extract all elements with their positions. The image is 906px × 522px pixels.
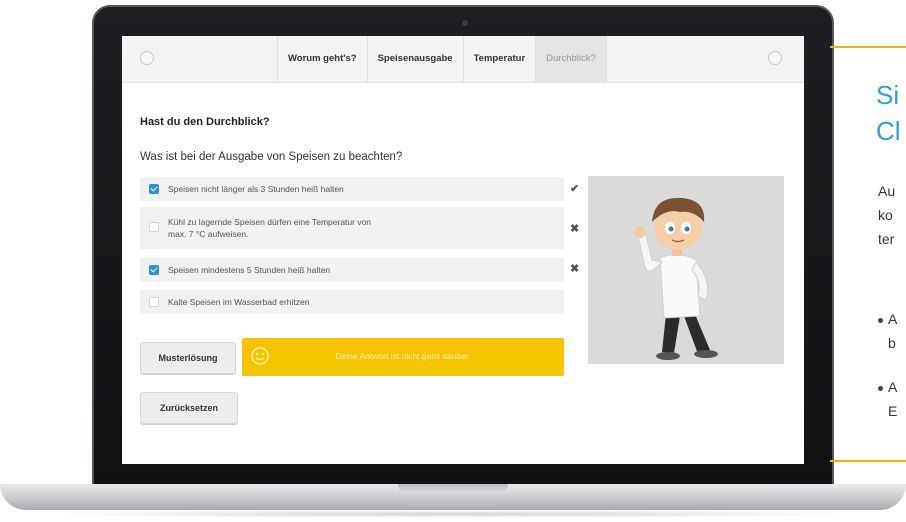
tab-worum-gehts[interactable]: Worum geht's? bbox=[277, 36, 367, 82]
side-title-line1: Si bbox=[876, 80, 900, 110]
divider-bottom bbox=[830, 460, 906, 462]
laptop-screen: Worum geht's? Speisenausgabe Temperatur … bbox=[122, 36, 804, 464]
laptop-notch bbox=[398, 484, 508, 492]
answer-text-line1: Kühl zu lagernde Speisen dürfen eine Tem… bbox=[168, 217, 372, 227]
answer-option[interactable]: Kühl zu lagernde Speisen dürfen eine Tem… bbox=[140, 207, 564, 249]
checkbox-unchecked-icon[interactable] bbox=[149, 222, 159, 232]
character-illustration bbox=[588, 176, 784, 364]
answer-option[interactable]: Speisen mindestens 5 Stunden heiß halten bbox=[140, 258, 564, 282]
answer-option[interactable]: Speisen nicht länger als 3 Stunden heiß … bbox=[140, 177, 564, 201]
side-body-line: ter bbox=[878, 231, 895, 247]
answer-text: Speisen mindestens 5 Stunden heiß halten bbox=[168, 265, 331, 275]
feedback-banner: Deine Antwort ist nicht ganz sauber. bbox=[242, 338, 564, 376]
back-icon[interactable] bbox=[140, 51, 154, 65]
quiz-question: Was ist bei der Ausgabe von Speisen zu b… bbox=[140, 151, 403, 163]
forward-icon[interactable] bbox=[768, 51, 782, 65]
cross-mark-icon: ✖ bbox=[570, 223, 580, 235]
checkbox-checked-icon[interactable] bbox=[149, 184, 159, 194]
top-navigation: Worum geht's? Speisenausgabe Temperatur … bbox=[122, 36, 804, 83]
tab-temperatur[interactable]: Temperatur bbox=[462, 36, 536, 82]
tab-durchblick[interactable]: Durchblick? bbox=[535, 36, 607, 82]
bullet-line: b bbox=[888, 335, 896, 351]
side-text-panel: Si Cl Au ko ter A b A E bbox=[830, 0, 906, 522]
thinking-character-icon bbox=[634, 197, 718, 360]
bullet-line: E bbox=[888, 403, 898, 419]
tab-bar: Worum geht's? Speisenausgabe Temperatur … bbox=[277, 36, 607, 82]
check-mark-icon: ✔ bbox=[570, 183, 580, 195]
bullet-icon bbox=[878, 318, 883, 323]
camera-icon bbox=[462, 20, 468, 26]
checkbox-unchecked-icon[interactable] bbox=[149, 297, 159, 307]
answer-text: Speisen nicht länger als 3 Stunden heiß … bbox=[168, 184, 344, 194]
side-title-line2: Cl bbox=[876, 116, 901, 146]
side-body-line: ko bbox=[878, 207, 893, 223]
side-body-line: Au bbox=[878, 183, 896, 199]
cross-mark-icon: ✖ bbox=[570, 263, 580, 275]
feedback-text: Deine Antwort ist nicht ganz sauber. bbox=[335, 351, 471, 361]
reset-button[interactable]: Zurücksetzen bbox=[140, 392, 238, 424]
tab-speisenausgabe[interactable]: Speisenausgabe bbox=[366, 36, 463, 82]
answer-option[interactable]: Kalte Speisen im Wasserbad erhitzen bbox=[140, 290, 564, 314]
checkbox-checked-icon[interactable] bbox=[149, 265, 159, 275]
answer-text: Kalte Speisen im Wasserbad erhitzen bbox=[168, 297, 310, 307]
bullet-line: A bbox=[888, 311, 898, 327]
laptop-shadow bbox=[40, 510, 866, 518]
divider-top bbox=[830, 46, 906, 48]
solution-button[interactable]: Musterlösung bbox=[140, 342, 236, 374]
bullet-icon bbox=[878, 386, 883, 391]
bullet-line: A bbox=[888, 379, 898, 395]
answer-text-line2: max. 7 °C aufweisen. bbox=[168, 229, 249, 239]
quiz-heading: Hast du den Durchblick? bbox=[140, 116, 270, 128]
